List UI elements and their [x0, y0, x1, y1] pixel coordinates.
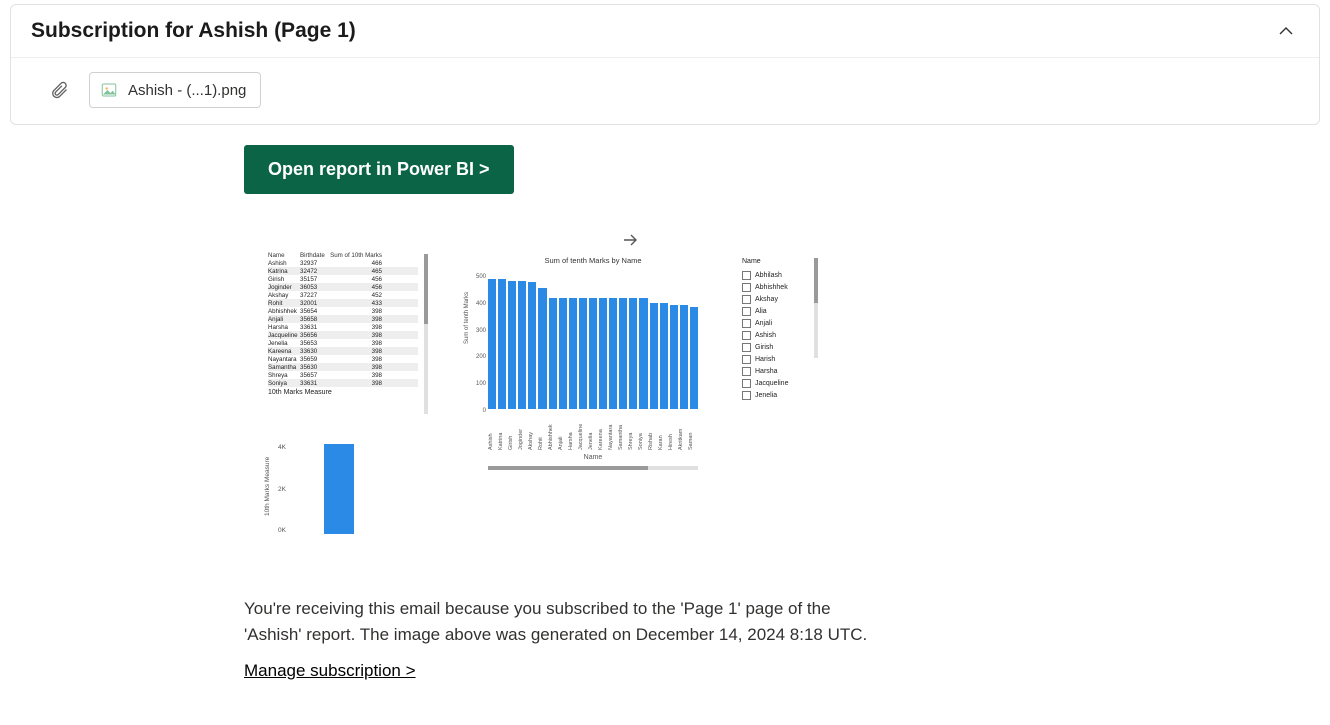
scrollbar: [424, 254, 428, 414]
table-row: Soniya33631398: [268, 379, 418, 387]
slicer-item: Harish: [742, 353, 822, 365]
checkbox-icon: [742, 391, 751, 400]
slicer-item: Harsha: [742, 365, 822, 377]
chart-bar: [538, 288, 546, 409]
table-row: Abhishhek35654398: [268, 307, 418, 315]
open-report-button[interactable]: Open report in Power BI >: [244, 145, 514, 194]
table-measure-label: 10th Marks Measure: [268, 389, 418, 396]
email-body: Open report in Power BI > Name Birthdate…: [10, 125, 1320, 721]
chart-x-ticks: AshishKatrinaGirishJoginderAkshayRohitAb…: [488, 416, 698, 450]
chart2-bar: [324, 444, 354, 534]
card-header[interactable]: Subscription for Ashish (Page 1): [11, 5, 1319, 58]
chart-bar: [680, 305, 688, 409]
bar-chart-secondary: 10th Marks Measure 4K2K0K: [258, 444, 408, 544]
chart-bar: [609, 298, 617, 409]
slicer-item: Akshay: [742, 293, 822, 305]
chart-bar: [508, 281, 516, 409]
chart-bar: [599, 298, 607, 409]
chart-bar: [619, 298, 627, 409]
image-file-icon: [100, 81, 118, 99]
name-slicer: Name AbhilashAbhishhekAkshayAliaAnjaliAs…: [742, 258, 822, 401]
table-row: Kareena33630398: [268, 347, 418, 355]
bar-chart-main: Sum of tenth Marks by Name Sum of tenth …: [468, 256, 718, 456]
chart-bar: [559, 298, 567, 409]
table-row: Katrina32472465: [268, 267, 418, 275]
chart-bar: [579, 298, 587, 409]
checkbox-icon: [742, 319, 751, 328]
slicer-item: Anjali: [742, 317, 822, 329]
chart-bar: [498, 279, 506, 409]
chart-x-axis-label: Name: [468, 454, 718, 461]
chart-bar: [670, 305, 678, 409]
chart-bar: [549, 298, 557, 409]
chart-bar: [528, 282, 536, 409]
chart-bar: [518, 281, 526, 409]
chart-bar: [629, 298, 637, 409]
chart-y-axis-label: Sum of tenth Marks: [464, 292, 470, 344]
checkbox-icon: [742, 343, 751, 352]
attachment-filename: Ashish - (...1).png: [128, 82, 246, 99]
slicer-item: Abhishhek: [742, 281, 822, 293]
checkbox-icon: [742, 379, 751, 388]
slicer-item: Jenelia: [742, 389, 822, 401]
table-row: Rohit32001433: [268, 299, 418, 307]
table-row: Anjali35658398: [268, 315, 418, 323]
checkbox-icon: [742, 331, 751, 340]
slicer-item: Girish: [742, 341, 822, 353]
chart-bar: [639, 298, 647, 409]
arrow-right-icon: [622, 232, 640, 250]
chart2-plot: [294, 444, 404, 534]
table-row: Ashish32937466: [268, 259, 418, 267]
table-row: Girish35157456: [268, 275, 418, 283]
email-body-text: You're receiving this email because you …: [244, 596, 884, 649]
manage-subscription-link[interactable]: Manage subscription >: [244, 661, 416, 681]
chevron-up-icon[interactable]: [1275, 20, 1297, 42]
checkbox-icon: [742, 307, 751, 316]
table-row: Akshay37227452: [268, 291, 418, 299]
table-row: Samantha35630398: [268, 363, 418, 371]
table-row: Joginder36053456: [268, 283, 418, 291]
chart-y-ticks: 5004003002001000: [476, 274, 486, 414]
table-row: Shreya35657398: [268, 371, 418, 379]
chart-bar: [488, 279, 496, 409]
chart2-y-axis-label: 10th Marks Measure: [264, 457, 271, 516]
chart-bar: [660, 303, 668, 409]
checkbox-icon: [742, 367, 751, 376]
table-row: Jenelia35653398: [268, 339, 418, 347]
message-card: Subscription for Ashish (Page 1) Ashish …: [10, 4, 1320, 125]
table-row: Harsha33631398: [268, 323, 418, 331]
slicer-item: Jacqueline: [742, 377, 822, 389]
checkbox-icon: [742, 295, 751, 304]
scrollbar: [814, 258, 818, 358]
slicer-title: Name: [742, 258, 822, 265]
checkbox-icon: [742, 283, 751, 292]
slicer-item: Alia: [742, 305, 822, 317]
attachment-chip[interactable]: Ashish - (...1).png: [89, 72, 261, 108]
checkbox-icon: [742, 355, 751, 364]
chart-bar: [569, 298, 577, 409]
chart-bar: [650, 303, 658, 409]
table-row: Jacqueline35656398: [268, 331, 418, 339]
attachment-row: Ashish - (...1).png: [11, 58, 1319, 124]
card-title: Subscription for Ashish (Page 1): [31, 19, 356, 43]
scrollbar: [488, 466, 698, 470]
chart-bar: [589, 298, 597, 409]
table-row: Nayantara35659398: [268, 355, 418, 363]
slicer-item: Ashish: [742, 329, 822, 341]
chart2-y-ticks: 4K2K0K: [278, 444, 286, 534]
checkbox-icon: [742, 271, 751, 280]
paperclip-icon: [49, 80, 69, 100]
report-preview-image: Name Birthdate Sum of 10th Marks Ashish3…: [244, 224, 824, 564]
chart-plot: [488, 269, 698, 409]
report-table: Name Birthdate Sum of 10th Marks Ashish3…: [268, 252, 418, 396]
chart-title: Sum of tenth Marks by Name: [468, 256, 718, 265]
table-header-row: Name Birthdate Sum of 10th Marks: [268, 252, 418, 259]
slicer-item: Abhilash: [742, 269, 822, 281]
chart-bar: [690, 307, 698, 409]
